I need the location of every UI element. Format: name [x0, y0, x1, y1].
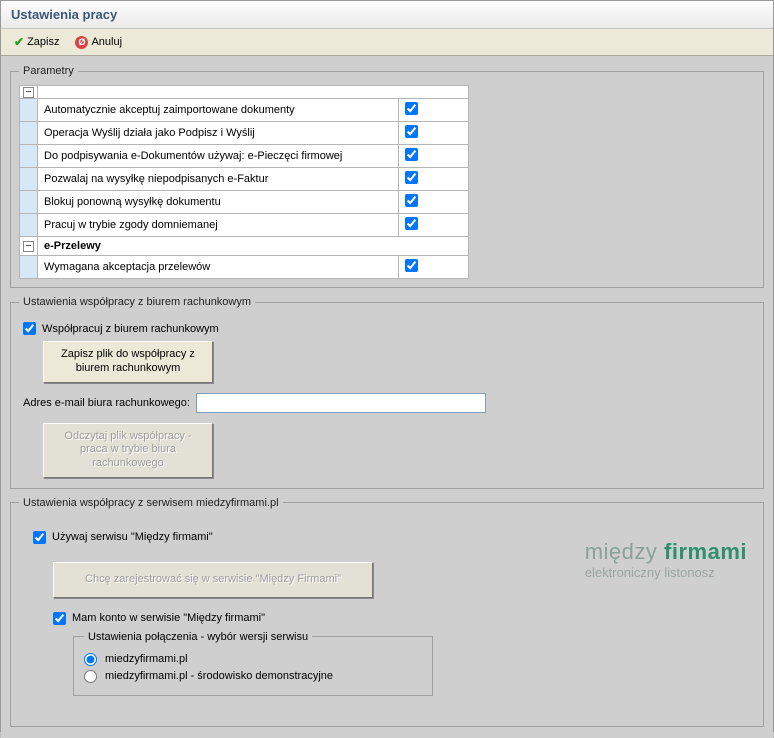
param-checkbox[interactable] [405, 125, 418, 138]
table-row: Automatycznie akceptuj zaimportowane dok… [20, 99, 469, 122]
param-label: Do podpisywania e-Dokumentów używaj: e-P… [38, 145, 399, 168]
cooperate-accounting-label: Współpracuj z biurem rachunkowym [42, 323, 219, 335]
param-label: Blokuj ponowną wysyłkę dokumentu [38, 191, 399, 214]
param-section-label: e-Przelewy [38, 237, 469, 256]
content: Parametry − Automatycznie akceptuj zaimp… [1, 56, 773, 738]
save-cooperation-file-button[interactable]: Zapisz plik do współpracy z biurem rachu… [43, 341, 213, 383]
table-row: Pracuj w trybie zgody domniemanej [20, 214, 469, 237]
miedzyfirmami-group: Ustawienia współpracy z serwisem miedzyf… [10, 497, 764, 727]
miedzyfirmami-legend: Ustawienia współpracy z serwisem miedzyf… [19, 497, 283, 509]
window-title: Ustawienia pracy [1, 1, 773, 29]
server-prod-label: miedzyfirmami.pl [105, 653, 188, 665]
check-icon: ✔ [14, 35, 24, 49]
server-prod-radio[interactable] [84, 653, 97, 666]
have-account-label: Mam konto w serwisie "Między firmami" [72, 612, 265, 624]
cooperate-accounting-checkbox[interactable] [23, 322, 36, 335]
cancel-button-label: Anuluj [91, 36, 122, 48]
use-service-label: Używaj serwisu "Między firmami" [52, 531, 213, 543]
use-service-checkbox[interactable] [33, 531, 46, 544]
param-checkbox[interactable] [405, 102, 418, 115]
save-button-label: Zapisz [27, 36, 59, 48]
table-row: Pozwalaj na wysyłkę niepodpisanych e-Fak… [20, 168, 469, 191]
logo-part1: między [585, 539, 664, 564]
have-account-checkbox[interactable] [53, 612, 66, 625]
param-label: Wymagana akceptacja przelewów [38, 256, 399, 279]
collapse-toggle-icon[interactable]: − [23, 87, 34, 98]
server-demo-radio[interactable] [84, 670, 97, 683]
param-checkbox[interactable] [405, 148, 418, 161]
param-label: Operacja Wyślij działa jako Podpisz i Wy… [38, 122, 399, 145]
parameters-table: − Automatycznie akceptuj zaimportowane d… [19, 85, 469, 279]
accounting-email-label: Adres e-mail biura rachunkowego: [23, 397, 190, 409]
register-service-button: Chcę zarejestrować się w serwisie "Międz… [53, 562, 373, 598]
param-checkbox[interactable] [405, 194, 418, 207]
accounting-legend: Ustawienia współpracy z biurem rachunkow… [19, 296, 255, 308]
connection-settings-group: Ustawienia połączenia - wybór wersji ser… [73, 631, 433, 696]
server-demo-label: miedzyfirmami.pl - środowisko demonstrac… [105, 670, 333, 682]
param-checkbox[interactable] [405, 217, 418, 230]
logo-part2: firmami [664, 539, 747, 564]
cancel-button[interactable]: Ø Anuluj [68, 33, 129, 52]
logo-subtitle: elektroniczny listonosz [585, 565, 747, 580]
param-checkbox[interactable] [405, 259, 418, 272]
window: Ustawienia pracy ✔ Zapisz Ø Anuluj Param… [0, 0, 774, 732]
collapse-toggle-icon[interactable]: − [23, 241, 34, 252]
read-cooperation-file-button: Odczytaj plik współpracy - praca w trybi… [43, 423, 213, 478]
param-section-header: − [20, 86, 469, 99]
connection-settings-legend: Ustawienia połączenia - wybór wersji ser… [84, 631, 312, 643]
accounting-email-input[interactable] [196, 393, 486, 413]
table-row: Wymagana akceptacja przelewów [20, 256, 469, 279]
toolbar: ✔ Zapisz Ø Anuluj [1, 29, 773, 56]
parameters-legend: Parametry [19, 65, 78, 77]
save-button[interactable]: ✔ Zapisz [7, 32, 66, 52]
accounting-office-group: Ustawienia współpracy z biurem rachunkow… [10, 296, 764, 489]
miedzyfirmami-logo: między firmami elektroniczny listonosz [585, 539, 747, 580]
table-row: Do podpisywania e-Dokumentów używaj: e-P… [20, 145, 469, 168]
parameters-group: Parametry − Automatycznie akceptuj zaimp… [10, 65, 764, 288]
param-label: Pracuj w trybie zgody domniemanej [38, 214, 399, 237]
scroll-area[interactable]: Parametry − Automatycznie akceptuj zaimp… [4, 59, 770, 735]
cancel-icon: Ø [75, 36, 88, 49]
table-row: Blokuj ponowną wysyłkę dokumentu [20, 191, 469, 214]
param-label: Pozwalaj na wysyłkę niepodpisanych e-Fak… [38, 168, 399, 191]
param-checkbox[interactable] [405, 171, 418, 184]
param-section-header: − e-Przelewy [20, 237, 469, 256]
param-label: Automatycznie akceptuj zaimportowane dok… [38, 99, 399, 122]
table-row: Operacja Wyślij działa jako Podpisz i Wy… [20, 122, 469, 145]
